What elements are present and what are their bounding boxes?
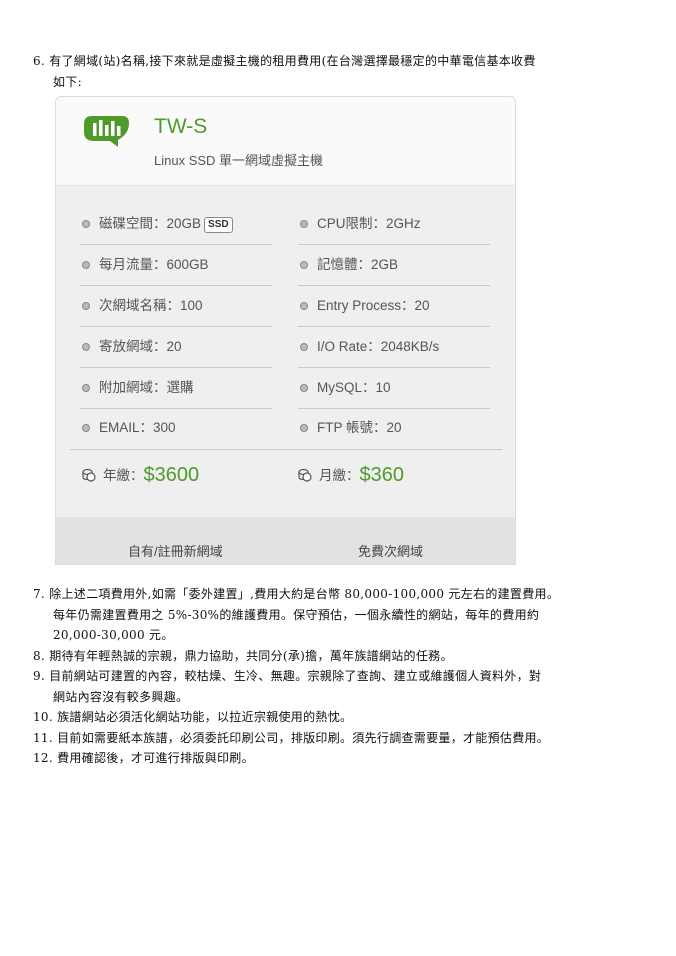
spec-subdomains: 次網域名稱：100 <box>80 286 272 327</box>
spec-cpu: CPU限制：2GHz <box>298 204 490 245</box>
item-7-text: 除上述二項費用外,如需「委外建置」,費用大約是台幣 80,000-100,000… <box>49 587 560 601</box>
bullet-icon <box>300 260 308 269</box>
spec-label: 記憶體：2GB <box>317 257 399 272</box>
spec-label: FTP 帳號：20 <box>317 420 402 435</box>
item-11-line-1: 11. 目前如需要紙本族譜，必須委託印刷公司，排版印刷。須先行調查需要量，才能預… <box>33 729 549 747</box>
coins-icon <box>298 468 312 482</box>
bullet-icon <box>300 301 308 310</box>
hosting-plan-card: TW-S Linux SSD 單一網域虛擬主機 磁碟空間：20GB SSD 每月流… <box>55 96 516 565</box>
bullet-icon <box>300 423 308 432</box>
card-header: TW-S Linux SSD 單一網域虛擬主機 <box>56 97 515 186</box>
spec-mysql: MySQL：10 <box>298 368 490 409</box>
spec-label: 次網域名稱：100 <box>99 298 203 313</box>
item-6-line-1: 6. 有了網域(站)名稱,接下來就是虛擬主機的租用費用(在台灣選擇最穩定的中華電… <box>33 52 536 70</box>
item-12-text: 費用確認後，才可進行排版與印刷。 <box>57 751 254 765</box>
price-yearly: 年繳：$3600 <box>82 460 199 491</box>
bullet-icon <box>300 219 308 228</box>
spec-label: EMAIL：300 <box>99 420 176 435</box>
own-domain-option[interactable]: 自有/註冊新網域 <box>128 541 223 560</box>
item-9-number: 9. <box>33 669 46 683</box>
spec-ftp: FTP 帳號：20 <box>298 408 490 448</box>
item-9-line-2: 網站內容沒有較多興趣。 <box>53 690 189 704</box>
spec-label: 寄放網域：20 <box>99 339 182 354</box>
item-7-line-3: 20,000-30,000 元。 <box>53 628 174 642</box>
item-6-text: 有了網域(站)名稱,接下來就是虛擬主機的租用費用(在台灣選擇最穩定的中華電信基本… <box>49 54 536 68</box>
spec-label: MySQL：10 <box>317 380 391 395</box>
bullet-icon <box>300 342 308 351</box>
item-8-line-1: 8. 期待有年輕熱誠的宗親，鼎力協助，共同分(承)擔，萬年族譜網站的任務。 <box>33 647 453 665</box>
bullet-icon <box>82 219 90 228</box>
price-divider <box>70 449 502 450</box>
spec-email: EMAIL：300 <box>80 408 272 448</box>
card-footer: 自有/註冊新網域 免費次網域 <box>56 517 515 564</box>
price-monthly-amount: $360 <box>359 464 405 486</box>
spec-label: CPU限制：2GHz <box>317 216 421 231</box>
bullet-icon <box>300 383 308 392</box>
free-subdomain-option[interactable]: 免費次網域 <box>358 541 423 560</box>
spec-addon-domains: 附加網域：選購 <box>80 368 272 409</box>
spec-traffic: 每月流量：600GB <box>80 245 272 286</box>
item-8-number: 8. <box>33 649 46 663</box>
spec-label: 附加網域：選購 <box>99 380 194 395</box>
item-12-number: 12. <box>33 751 53 765</box>
spec-label: 每月流量：600GB <box>99 257 209 272</box>
spec-label: 磁碟空間：20GB <box>99 216 202 231</box>
spec-disk: 磁碟空間：20GB SSD <box>80 204 272 245</box>
item-6-number: 6. <box>33 54 46 68</box>
bullet-icon <box>82 383 90 392</box>
item-10-line-1: 10. 族譜網站必須活化網站功能，以拉近宗親使用的熱忱。 <box>33 708 352 726</box>
item-7-line-1: 7. 除上述二項費用外,如需「委外建置」,費用大約是台幣 80,000-100,… <box>33 585 559 603</box>
item-6-line-2: 如下: <box>53 75 82 89</box>
plan-description: Linux SSD 單一網域虛擬主機 <box>154 153 324 168</box>
coins-icon <box>82 468 96 482</box>
ssd-badge: SSD <box>204 217 233 233</box>
bullet-icon <box>82 423 90 432</box>
spec-label: Entry Process：20 <box>317 298 430 313</box>
plan-name: TW-S <box>154 115 208 138</box>
item-12-line-1: 12. 費用確認後，才可進行排版與印刷。 <box>33 749 254 767</box>
price-yearly-label: 年繳： <box>103 468 144 483</box>
spec-entry-process: Entry Process：20 <box>298 286 490 327</box>
spec-io-rate: I/O Rate：2048KB/s <box>298 327 490 368</box>
item-10-number: 10. <box>33 710 53 724</box>
price-monthly: 月繳：$360 <box>298 460 404 491</box>
price-yearly-amount: $3600 <box>143 464 200 486</box>
item-11-number: 11. <box>33 731 53 745</box>
item-8-text: 期待有年輕熱誠的宗親，鼎力協助，共同分(承)擔，萬年族譜網站的任務。 <box>49 649 453 663</box>
spec-memory: 記憶體：2GB <box>298 245 490 286</box>
item-7-line-2: 每年仍需建置費用之 5%-30%的維護費用。保守預估，一個永續性的網站，每年的費… <box>53 608 540 622</box>
price-monthly-label: 月繳： <box>319 468 360 483</box>
item-7-number: 7. <box>33 587 46 601</box>
hosting-logo-icon <box>84 116 129 147</box>
spec-label: I/O Rate：2048KB/s <box>317 339 440 354</box>
item-11-text: 目前如需要紙本族譜，必須委託印刷公司，排版印刷。須先行調查需要量，才能預估費用。 <box>57 731 550 745</box>
bullet-icon <box>82 260 90 269</box>
bullet-icon <box>82 301 90 310</box>
item-9-line-1: 9. 目前網站可建置的內容，較枯燥、生冷、無趣。宗親除了查詢、建立或維護個人資料… <box>33 667 541 685</box>
item-9-text: 目前網站可建置的內容，較枯燥、生冷、無趣。宗親除了查詢、建立或維護個人資料外，對 <box>49 669 542 683</box>
spec-parked-domains: 寄放網域：20 <box>80 327 272 368</box>
bullet-icon <box>82 342 90 351</box>
item-10-text: 族譜網站必須活化網站功能，以拉近宗親使用的熱忱。 <box>57 710 353 724</box>
